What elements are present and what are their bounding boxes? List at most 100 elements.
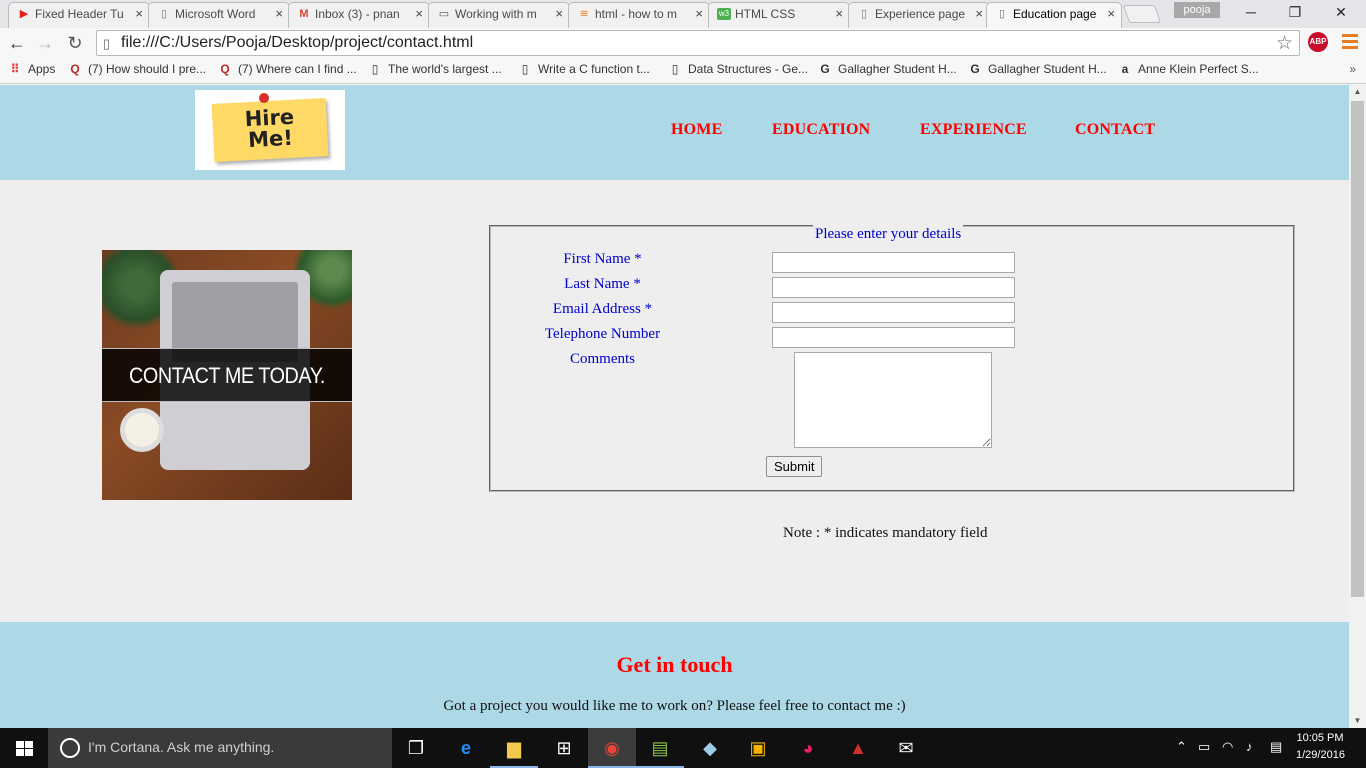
address-bar[interactable]: ▯ file:///C:/Users/Pooja/Desktop/project… (96, 30, 1300, 56)
new-tab-button[interactable] (1122, 5, 1162, 23)
close-tab-icon[interactable]: × (975, 3, 983, 25)
comments-label: Comments (569, 351, 635, 367)
browser-tab[interactable]: ▶ Fixed Header Tu × (8, 2, 150, 28)
sheets-icon[interactable]: ▤ (636, 728, 684, 768)
bookmark-label: Gallagher Student H... (988, 62, 1107, 76)
bookmark-item[interactable]: G Gallagher Student H... (818, 62, 956, 76)
fieldset-legend: Please enter your details (813, 225, 964, 243)
browser-tab[interactable]: ≋ html - how to m × (568, 2, 710, 28)
page-icon: ▯ (860, 8, 868, 20)
profile-button[interactable]: pooja (1174, 2, 1220, 18)
close-window-icon[interactable]: ✕ (1318, 0, 1364, 26)
close-tab-icon[interactable]: × (135, 3, 143, 25)
photos-icon[interactable]: ▣ (734, 728, 782, 768)
bookmarks-bar: ⠿ Apps Q (7) How should I pre... Q (7) Wher… (0, 58, 1366, 84)
bookmark-item[interactable]: ▯ The world's largest ... (368, 62, 502, 76)
page-viewport: Hire Me! HOME EDUCATION EXPERIENCE CONTA… (0, 85, 1349, 728)
bookmark-item[interactable]: Q (7) Where can I find ... (218, 62, 356, 76)
task-view-icon[interactable]: ❐ (392, 728, 440, 768)
action-center-icon[interactable]: ▤ (1270, 739, 1282, 755)
app-icon[interactable]: ◆ (686, 728, 734, 768)
bookmark-item[interactable]: G Gallagher Student H... (968, 62, 1107, 76)
battery-icon[interactable]: ▭ (1198, 739, 1210, 755)
bookmark-label: Apps (28, 62, 56, 76)
store-icon[interactable]: ⊞ (540, 728, 588, 768)
comments-textarea[interactable] (794, 352, 992, 448)
quora-icon: Q (220, 62, 230, 76)
bookmark-item[interactable]: ⠿ Apps (8, 62, 56, 76)
scroll-down-icon[interactable]: ▼ (1349, 714, 1366, 728)
taskbar-clock[interactable]: 10:05 PM 1/29/2016 (1296, 730, 1345, 764)
address-url[interactable]: file:///C:/Users/Pooja/Desktop/project/c… (121, 34, 473, 52)
bookmark-item[interactable]: a Anne Klein Perfect S... (1118, 62, 1259, 76)
email-field[interactable] (772, 302, 1015, 323)
minimize-icon[interactable]: ─ (1228, 0, 1274, 26)
file-explorer-icon[interactable]: ▆ (490, 728, 538, 768)
nav-education[interactable]: EDUCATION (772, 121, 870, 139)
close-tab-icon[interactable]: × (275, 3, 283, 25)
bookmark-label: Write a C function t... (538, 62, 650, 76)
gallagher-icon: G (970, 62, 980, 76)
reload-icon[interactable]: ↻ (64, 32, 86, 54)
image-banner: CONTACT ME TODAY. (102, 348, 352, 402)
tab-label: Fixed Header Tu (35, 7, 124, 21)
apps-icon: ⠿ (10, 62, 20, 76)
show-hidden-icons-icon[interactable]: ⌃ (1176, 739, 1187, 755)
mail-icon[interactable]: ✉ (882, 728, 930, 768)
image-banner-text: CONTACT ME TODAY. (129, 363, 325, 388)
close-tab-icon[interactable]: × (1107, 3, 1115, 25)
scrollbar-thumb[interactable] (1351, 101, 1364, 597)
adblock-extension-icon[interactable]: ABP (1308, 32, 1328, 52)
close-tab-icon[interactable]: × (555, 3, 563, 25)
amazon-icon: a (1121, 62, 1129, 76)
browser-tab[interactable]: ▯ Microsoft Word × (148, 2, 290, 28)
bookmark-label: Anne Klein Perfect S... (1138, 62, 1259, 76)
monitor-icon: ▭ (438, 8, 450, 20)
telephone-field[interactable] (772, 327, 1015, 348)
cortana-search-placeholder: I'm Cortana. Ask me anything. (88, 739, 275, 755)
forward-arrow-icon[interactable]: → (34, 32, 56, 54)
back-arrow-icon[interactable]: ← (6, 32, 28, 54)
edge-icon[interactable]: e (442, 728, 490, 768)
footer-title: Get in touch (616, 652, 733, 677)
first-name-field[interactable] (772, 252, 1015, 273)
browser-tab-active[interactable]: ▯ Education page × (986, 2, 1122, 28)
bookmark-item[interactable]: ▯ Data Structures - Ge... (668, 62, 808, 76)
cortana-search-box[interactable]: I'm Cortana. Ask me anything. (48, 728, 392, 768)
close-tab-icon[interactable]: × (695, 3, 703, 25)
page-icon: ▯ (103, 36, 111, 51)
page-scrollbar[interactable]: ▲ ▼ (1349, 85, 1366, 728)
page-icon: ▯ (160, 8, 168, 20)
hire-me-logo[interactable]: Hire Me! (195, 90, 345, 170)
nav-experience[interactable]: EXPERIENCE (920, 121, 1027, 139)
maximize-icon[interactable]: ❐ (1272, 0, 1318, 26)
chrome-menu-icon[interactable] (1342, 34, 1358, 50)
paint-icon[interactable]: ◕ (784, 728, 832, 768)
more-bookmarks-icon[interactable]: » (1349, 62, 1356, 76)
nav-home[interactable]: HOME (671, 121, 722, 139)
acrobat-icon[interactable]: ▲ (834, 728, 882, 768)
wifi-icon[interactable]: ◠ (1222, 739, 1233, 755)
tab-label: html - how to m (595, 7, 678, 21)
first-name-label: First Name * (563, 251, 642, 267)
browser-tab[interactable]: ▭ Working with m × (428, 2, 570, 28)
bookmark-star-icon[interactable]: ☆ (1276, 32, 1293, 55)
nav-contact[interactable]: CONTACT (1075, 121, 1155, 139)
browser-tab[interactable]: M Inbox (3) - pnan × (288, 2, 430, 28)
mandatory-note: Note : * indicates mandatory field (783, 525, 988, 541)
bookmark-item[interactable]: ▯ Write a C function t... (518, 62, 650, 76)
bookmark-item[interactable]: Q (7) How should I pre... (68, 62, 206, 76)
close-tab-icon[interactable]: × (835, 3, 843, 25)
volume-icon[interactable]: ♪ (1246, 739, 1253, 754)
page-icon: ▯ (521, 62, 529, 76)
chrome-icon[interactable]: ◉ (588, 728, 636, 768)
browser-tab[interactable]: ▯ Experience page × (848, 2, 990, 28)
submit-button[interactable]: Submit (766, 456, 823, 477)
page-icon: ▯ (998, 8, 1006, 20)
browser-tab[interactable]: w3 HTML CSS × (708, 2, 850, 28)
close-tab-icon[interactable]: × (415, 3, 423, 25)
last-name-field[interactable] (772, 277, 1015, 298)
windows-start-icon[interactable] (0, 728, 48, 768)
scroll-up-icon[interactable]: ▲ (1349, 85, 1366, 99)
tab-label: Microsoft Word (175, 7, 256, 21)
